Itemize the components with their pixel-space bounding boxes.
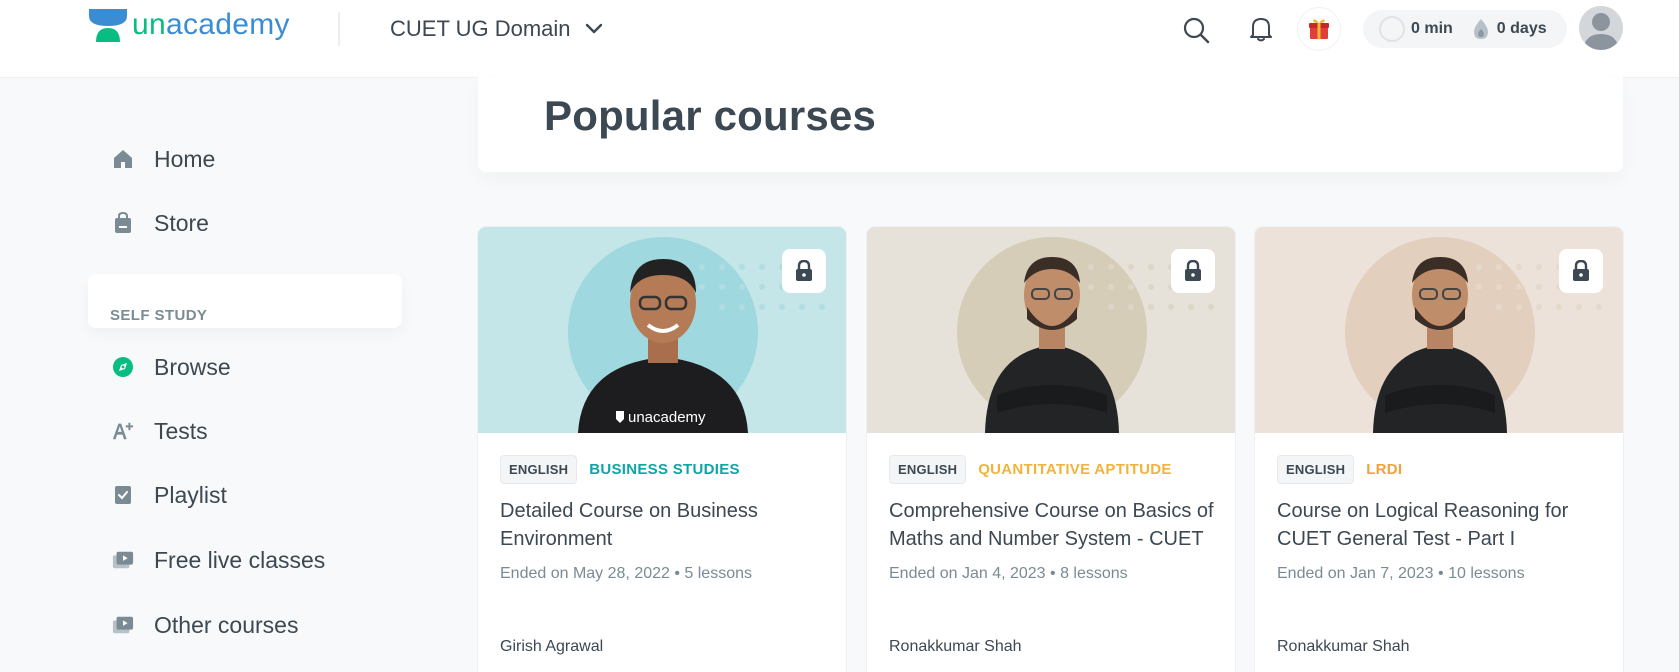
language-badge: ENGLISH xyxy=(889,455,967,484)
language-badge: ENGLISH xyxy=(500,455,578,484)
lock-icon xyxy=(1185,260,1201,281)
unacademy-logo-icon xyxy=(89,9,127,42)
lock-button[interactable] xyxy=(782,249,826,293)
streak-days: 0 days xyxy=(1496,20,1547,37)
topic-label[interactable]: LRDI xyxy=(1366,461,1402,478)
topic-label[interactable]: QUANTITATIVE APTITUDE xyxy=(978,461,1172,478)
sidebar-item-label: Free live classes xyxy=(154,546,326,573)
course-tags: ENGLISH LRDI xyxy=(1277,455,1402,484)
logo-wordmark: unacademy xyxy=(132,8,290,41)
course-card[interactable]: ENGLISH QUANTITATIVE APTITUDE Comprehens… xyxy=(867,227,1235,672)
sidebar-item-home[interactable]: Home xyxy=(112,141,215,177)
top-header: unacademy CUET UG Domain 0 min 0 days xyxy=(0,0,1679,77)
course-meta: Ended on May 28, 2022 • 5 lessons xyxy=(500,565,752,582)
course-thumbnail xyxy=(1255,227,1623,433)
instructor-photo: unacademy xyxy=(578,259,748,433)
course-author[interactable]: Girish Agrawal xyxy=(500,638,603,656)
header-divider xyxy=(338,12,340,46)
course-title[interactable]: Detailed Course on Business Environment xyxy=(500,497,830,553)
user-avatar-icon xyxy=(1579,6,1623,50)
self-study-heading: SELF STUDY xyxy=(110,307,208,324)
course-meta: Ended on Jan 4, 2023 • 8 lessons xyxy=(889,565,1128,582)
lock-button[interactable] xyxy=(1559,249,1603,293)
gift-icon xyxy=(1309,19,1329,39)
course-author[interactable]: Ronakkumar Shah xyxy=(889,638,1022,656)
avatar[interactable] xyxy=(1579,6,1623,50)
course-meta: Ended on Jan 7, 2023 • 10 lessons xyxy=(1277,565,1525,582)
streak-minutes: 0 min xyxy=(1411,20,1453,37)
search-icon[interactable] xyxy=(1180,14,1212,46)
course-title[interactable]: Comprehensive Course on Basics of Maths … xyxy=(889,497,1219,553)
unacademy-logo[interactable]: unacademy xyxy=(88,8,290,42)
instructor-photo xyxy=(985,257,1119,433)
instructor-photo xyxy=(1373,257,1507,433)
sidebar-item-playlist[interactable]: Playlist xyxy=(112,477,227,513)
lock-button[interactable] xyxy=(1171,249,1215,293)
goal-label: CUET UG Domain xyxy=(390,16,571,41)
compass-icon xyxy=(112,356,134,378)
topic-label[interactable]: BUSINESS STUDIES xyxy=(589,461,740,478)
sidebar-item-label: Tests xyxy=(154,417,208,444)
home-icon xyxy=(112,148,134,170)
page-title: Popular courses xyxy=(544,92,877,139)
progress-ring-icon xyxy=(1379,16,1405,42)
course-card[interactable]: ENGLISH LRDI Course on Logical Reasoning… xyxy=(1255,227,1623,672)
course-card[interactable]: unacademy ENGLISH BUSINESS STUDIES Detai… xyxy=(478,227,846,672)
language-badge: ENGLISH xyxy=(1277,455,1355,484)
course-thumbnail xyxy=(867,227,1235,433)
sidebar-item-tests[interactable]: Tests xyxy=(112,413,208,449)
course-thumbnail: unacademy xyxy=(478,227,846,433)
sidebar-item-label: Playlist xyxy=(154,481,227,508)
course-tags: ENGLISH BUSINESS STUDIES xyxy=(500,455,740,484)
chevron-down-icon xyxy=(585,23,603,35)
streak-widget[interactable]: 0 min 0 days xyxy=(1363,10,1567,48)
test-icon xyxy=(112,420,134,442)
sidebar-item-label: Browse xyxy=(154,353,231,380)
sidebar-item-browse[interactable]: Browse xyxy=(112,349,231,385)
sidebar-item-other-courses[interactable]: Other courses xyxy=(112,607,298,643)
gift-button[interactable] xyxy=(1297,7,1341,51)
sidebar-item-store[interactable]: Store xyxy=(112,205,209,241)
lock-icon xyxy=(796,260,812,281)
sidebar-item-label: Home xyxy=(154,145,216,172)
playlist-icon xyxy=(112,484,134,506)
flame-icon xyxy=(1471,17,1491,41)
video-icon xyxy=(112,614,134,636)
sidebar-item-label: Other courses xyxy=(154,611,299,638)
shirt-logo-text: unacademy xyxy=(628,409,706,426)
bell-icon[interactable] xyxy=(1245,13,1277,45)
video-icon xyxy=(112,549,134,571)
sidebar-item-label: Store xyxy=(154,209,209,236)
goal-selector[interactable]: CUET UG Domain xyxy=(390,13,603,45)
course-title[interactable]: Course on Logical Reasoning for CUET Gen… xyxy=(1277,497,1607,553)
course-author[interactable]: Ronakkumar Shah xyxy=(1277,638,1410,656)
sidebar-item-free-live-classes[interactable]: Free live classes xyxy=(112,542,325,578)
store-bag-icon xyxy=(112,212,134,234)
lock-icon xyxy=(1573,260,1589,281)
course-tags: ENGLISH QUANTITATIVE APTITUDE xyxy=(889,455,1172,484)
